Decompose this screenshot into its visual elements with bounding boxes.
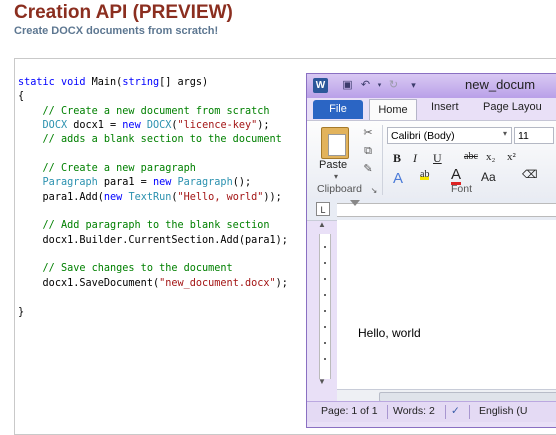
font-size-select[interactable]: 11	[514, 127, 554, 144]
undo-icon[interactable]: ↶	[359, 79, 372, 92]
status-divider	[387, 405, 388, 419]
code-text: para1.Add(	[42, 191, 104, 203]
italic-button[interactable]: I	[413, 151, 417, 166]
tab-selector-icon[interactable]: L	[316, 202, 330, 216]
clear-formatting-icon[interactable]: ⌫	[522, 168, 538, 181]
proofing-icon[interactable]: ✓	[451, 405, 460, 417]
ruler-tick	[324, 294, 326, 296]
text-effects-button[interactable]: A	[393, 170, 403, 187]
code-sample: static void Main(string[] args) { // Cre…	[18, 76, 288, 320]
underline-button[interactable]: U	[433, 151, 442, 166]
group-divider	[382, 125, 383, 195]
code-text: para1 =	[97, 177, 153, 189]
superscript-button[interactable]: x²	[507, 151, 516, 163]
document-page[interactable]	[337, 220, 556, 389]
tab-file[interactable]: File	[313, 100, 363, 119]
page-count-status[interactable]: Page: 1 of 1	[321, 405, 378, 417]
status-bar: Page: 1 of 1 Words: 2 ✓ English (U	[307, 401, 556, 422]
code-type: Paragraph	[42, 177, 98, 189]
ruler-tick	[324, 246, 326, 248]
code-keyword: static	[18, 77, 55, 88]
word-logo-icon[interactable]: W	[313, 78, 328, 93]
scroll-up-icon[interactable]: ▲	[318, 220, 326, 229]
change-case-button[interactable]: Aa	[481, 170, 496, 184]
code-text: Main(	[85, 77, 123, 88]
ruler-tick	[324, 310, 326, 312]
paste-dropdown-icon[interactable]: ▾	[334, 172, 338, 181]
document-title: new_docum	[465, 77, 536, 92]
code-type: DOCX	[146, 120, 172, 132]
chevron-down-icon[interactable]: ▾	[503, 129, 507, 138]
code-type: TextRun	[128, 191, 172, 203]
clipboard-group-label: Clipboard	[317, 183, 362, 195]
code-type: Paragraph	[177, 177, 233, 189]
code-comment: // Create a new paragraph	[42, 163, 196, 175]
code-keyword: new	[152, 177, 172, 189]
status-divider	[469, 405, 470, 419]
code-comment: // Save changes to the document	[42, 263, 233, 275]
subscript-button[interactable]: x₂	[486, 151, 495, 163]
bold-button[interactable]: B	[393, 151, 401, 166]
ribbon-tabs: File Home Insert Page Layou	[307, 98, 556, 120]
paste-icon[interactable]	[321, 127, 349, 159]
save-icon[interactable]: ▣	[341, 79, 354, 92]
word-title-bar: W ▣ ↶ ▾ ↻ ▾ new_docum	[307, 74, 556, 98]
font-group-label: Font	[451, 183, 473, 195]
code-text: docx1.SaveDocument(	[42, 277, 160, 289]
ribbon: Paste ▾ ✂ ⧉ ✎ Clipboard ↘ Calibri (Body)…	[307, 120, 556, 200]
customize-toolbar-icon[interactable]: ▾	[407, 79, 420, 92]
ruler-tick	[324, 358, 326, 360]
indent-marker-icon[interactable]	[350, 200, 360, 206]
ruler-tick	[324, 278, 326, 280]
paste-button[interactable]: Paste	[319, 159, 347, 171]
code-comment: // adds a blank section to the document	[42, 134, 282, 146]
horizontal-ruler[interactable]	[337, 200, 556, 217]
page-title: Creation API (PREVIEW)	[14, 2, 233, 23]
code-keyword: string	[122, 77, 160, 88]
code-keyword: void	[60, 77, 86, 88]
code-close-brace: }	[18, 306, 25, 318]
code-text: docx1 =	[67, 120, 123, 132]
code-string: "Hello, world"	[177, 191, 264, 203]
redo-icon[interactable]: ↻	[387, 79, 400, 92]
code-text: ));	[263, 191, 282, 203]
ruler-tick	[324, 262, 326, 264]
strikethrough-button[interactable]: abc	[464, 151, 478, 162]
status-divider	[445, 405, 446, 419]
code-text: ();	[232, 177, 252, 189]
language-status[interactable]: English (U	[479, 405, 527, 417]
ruler-bar: L	[307, 198, 556, 221]
scroll-down-icon[interactable]: ▼	[318, 377, 326, 386]
code-text: );	[275, 277, 288, 289]
code-text: );	[257, 120, 270, 132]
copy-icon[interactable]: ⧉	[361, 145, 375, 158]
highlight-button[interactable]: ab	[420, 169, 430, 180]
code-comment: // Create a new document from scratch	[42, 105, 270, 117]
word-window: W ▣ ↶ ▾ ↻ ▾ new_docum File Home Insert P…	[306, 73, 556, 428]
code-keyword: new	[122, 120, 141, 132]
ruler-tick	[324, 326, 326, 328]
code-type: DOCX	[42, 120, 68, 132]
ruler-tick	[324, 342, 326, 344]
page-subtitle: Create DOCX documents from scratch!	[14, 25, 219, 37]
format-painter-icon[interactable]: ✎	[361, 163, 375, 176]
document-text[interactable]: Hello, world	[358, 326, 421, 340]
tab-insert[interactable]: Insert	[431, 101, 459, 113]
code-text: [] args)	[159, 77, 209, 88]
code-string: "new_document.docx"	[159, 277, 276, 289]
code-keyword: new	[103, 191, 123, 203]
dialog-launcher-icon[interactable]: ↘	[367, 184, 381, 197]
code-string: "licence-key"	[177, 120, 258, 132]
undo-dropdown-icon[interactable]: ▾	[373, 79, 386, 92]
word-count-status[interactable]: Words: 2	[393, 405, 435, 417]
tab-page-layout[interactable]: Page Layou	[483, 101, 542, 113]
code-text: docx1.Builder.CurrentSection.Add(para1);	[42, 234, 288, 246]
code-open-brace: {	[18, 91, 25, 103]
vertical-ruler	[319, 234, 331, 379]
tab-home[interactable]: Home	[369, 99, 417, 120]
cut-icon[interactable]: ✂	[361, 127, 375, 140]
font-name-select[interactable]: Calibri (Body)	[387, 127, 512, 144]
code-comment: // Add paragraph to the blank section	[42, 220, 270, 232]
